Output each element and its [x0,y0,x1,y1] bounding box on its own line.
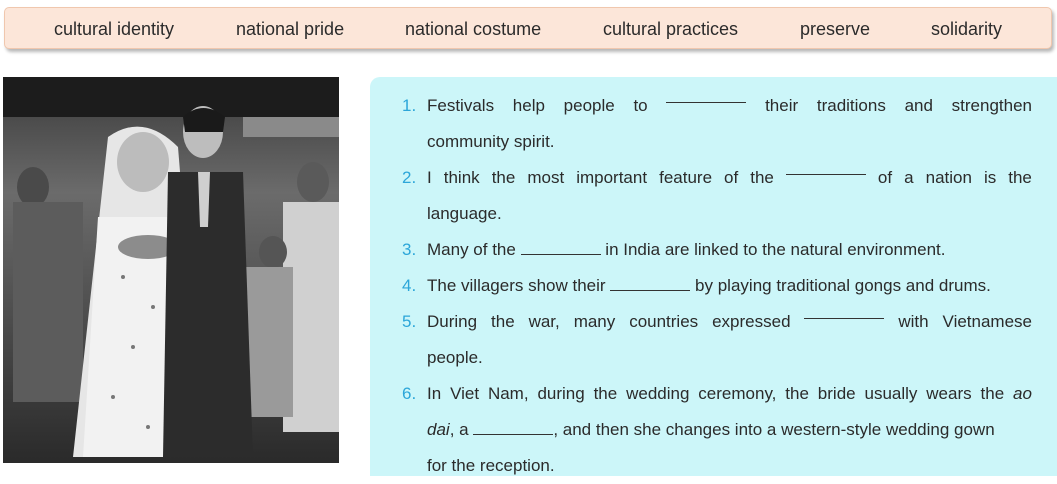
sentence-line: Festivals help people to their tradition… [427,88,1032,124]
answer-blank[interactable] [520,240,601,255]
sentence-line: In Viet Nam, during the wedding ceremony… [427,384,1032,403]
exercise-panel: 1. Festivals help people to their tradit… [370,77,1057,476]
answer-blank[interactable] [610,276,691,291]
sentence-line: During the war, many countries expressed… [427,304,1032,340]
sentence-line: Many of the in India are linked to the n… [427,240,946,259]
word-bank-item: cultural identity [54,19,175,39]
wedding-photo [3,77,339,463]
answer-blank[interactable] [666,88,747,103]
word-bank-item: solidarity [931,19,1003,39]
sentence-line: dai, a , and then she changes into a wes… [427,420,995,439]
word-bank-item: preserve [800,19,871,39]
sentence-line: The villagers show their by playing trad… [427,276,991,295]
word-bank-item: cultural practices [603,19,739,39]
word-bank-item: national costume [405,19,542,39]
answer-blank[interactable] [804,304,885,319]
answer-blank[interactable] [473,420,554,435]
word-bank-item: national pride [236,19,345,39]
answer-blank[interactable] [785,160,866,175]
sentence-line: I think the most important feature of th… [427,160,1032,196]
word-bank: cultural identity national pride nationa… [4,7,1052,49]
